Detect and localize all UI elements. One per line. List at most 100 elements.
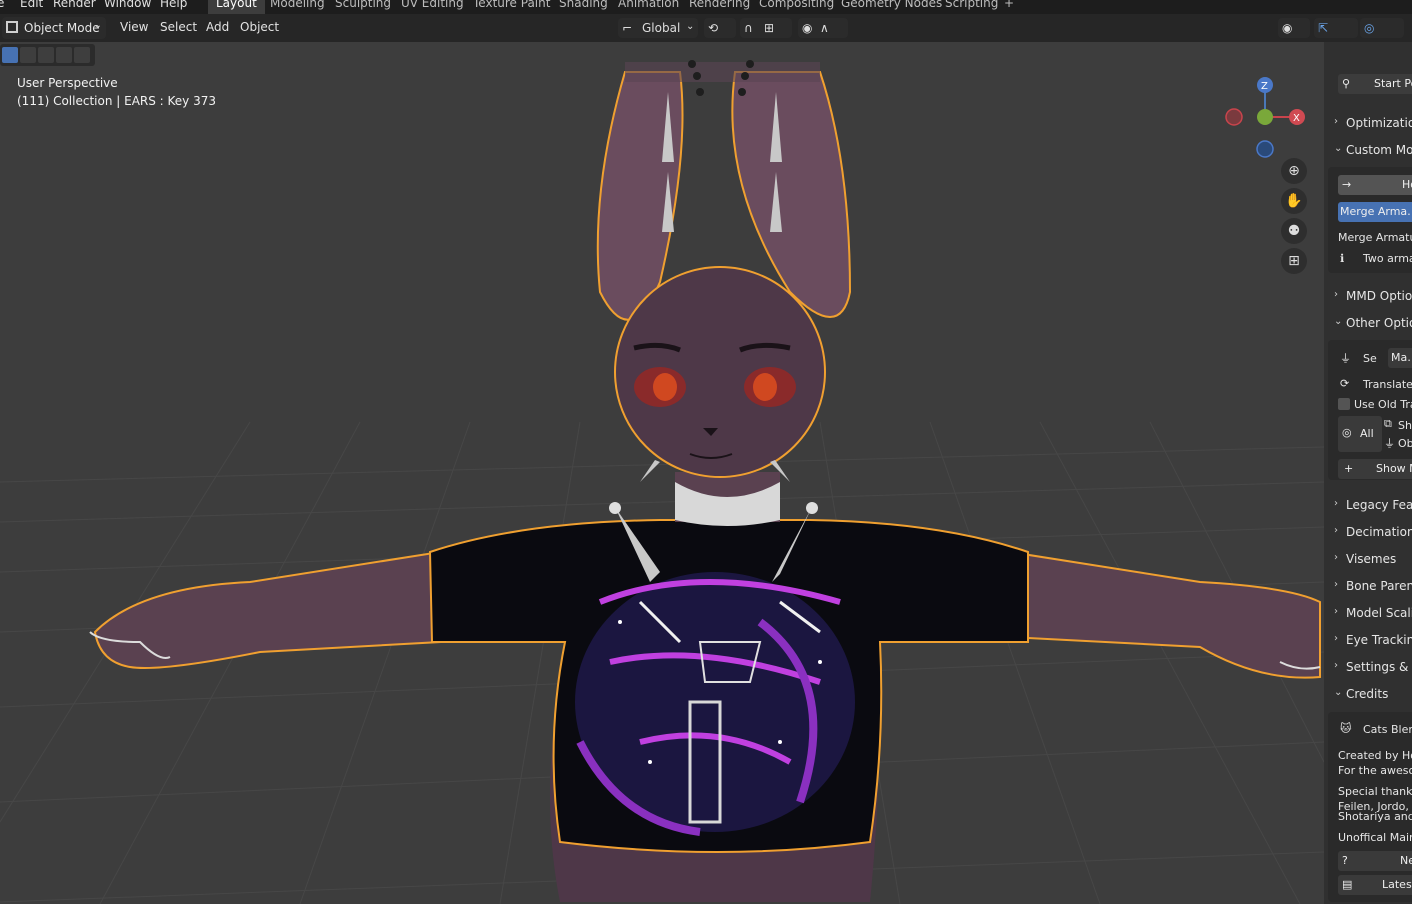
chevron-right-icon: › <box>1334 498 1338 509</box>
settings-label: Settings & Up <box>1346 660 1412 674</box>
tab-animation[interactable]: Animation <box>618 0 679 10</box>
select-intersect-icon[interactable] <box>74 47 90 63</box>
chevron-right-icon: › <box>1334 606 1338 617</box>
snap-toggle[interactable]: ∩ ⊞ <box>740 18 792 38</box>
show-more-label: Show M <box>1376 462 1412 475</box>
merge-armature-label: Merge Armatur <box>1338 231 1412 244</box>
viewport-header: Object Mode ⌄ View Select Add Object ⌐ G… <box>0 14 1412 42</box>
panel-bone-parenting[interactable]: › Bone Parentin <box>1324 575 1412 599</box>
panel-credits[interactable]: ⌄ Credits <box>1324 683 1412 707</box>
collection-label: (111) Collection | EARS : Key 373 <box>17 94 217 108</box>
scene-render <box>0 60 1324 904</box>
tab-modeling[interactable]: Modeling <box>270 0 325 10</box>
tab-compositing[interactable]: Compositing <box>759 0 834 10</box>
other-options-label: Other Option <box>1346 316 1412 330</box>
panel-eye-tracking[interactable]: › Eye Tracking <box>1324 629 1412 653</box>
add-menu[interactable]: Add <box>206 20 229 34</box>
gizmo-icon: ⇱ <box>1318 21 1329 35</box>
shapekey-icon: ⧉ <box>1384 417 1392 430</box>
arrow-right-icon: → <box>1342 178 1352 191</box>
orientation-icon: ⌐ <box>622 21 633 35</box>
menu-help[interactable]: Help <box>160 0 187 10</box>
menu-file-clipped[interactable]: e <box>0 0 4 10</box>
created-by-text: Created by Ho… <box>1338 749 1412 762</box>
chevron-right-icon: › <box>1334 289 1338 300</box>
refresh-icon: ⟳ <box>1340 377 1350 390</box>
select-invert-icon[interactable] <box>56 47 72 63</box>
show-more-button[interactable]: + Show M <box>1338 459 1412 479</box>
menu-edit[interactable]: Edit <box>20 0 43 10</box>
ortho-grid-icon[interactable]: ⊞ <box>1281 248 1307 274</box>
panel-settings-updates[interactable]: › Settings & Up <box>1324 656 1412 680</box>
objects-option[interactable]: Ob <box>1398 437 1412 450</box>
tab-layout[interactable]: Layout <box>208 0 265 14</box>
mode-label: Object Mode <box>24 21 100 35</box>
panel-model-scaling[interactable]: › Model Scaling <box>1324 602 1412 626</box>
pan-hand-icon[interactable]: ✋ <box>1281 188 1307 214</box>
pivot-icon: ⟲ <box>708 21 719 35</box>
tab-sculpting[interactable]: Sculpting <box>335 0 391 10</box>
gizmo-toggle[interactable]: ⇱ <box>1314 18 1358 38</box>
menu-window[interactable]: Window <box>104 0 151 10</box>
3d-viewport[interactable]: User Perspective (111) Collection | EARS… <box>0 42 1324 904</box>
start-pose-label: Start Po <box>1374 77 1412 90</box>
navigation-gizmo[interactable]: Z X <box>1218 74 1308 164</box>
cat-icon: 🐱 <box>1340 722 1352 735</box>
panel-legacy-features[interactable]: › Legacy Featu <box>1324 494 1412 518</box>
unofficial-text: Unoffical Main… <box>1338 831 1412 844</box>
start-pose-button[interactable]: ⚲ Start Po <box>1338 74 1412 94</box>
tab-texture-paint[interactable]: Texture Paint <box>473 0 550 10</box>
object-filter-icon: ⏚ <box>1384 437 1395 450</box>
select-menu[interactable]: Select <box>160 20 197 34</box>
overlay-toggle[interactable]: ◎ <box>1360 18 1404 38</box>
select-new-icon[interactable] <box>2 47 18 63</box>
panel-custom-model[interactable]: ⌄ Custom Mode <box>1324 139 1412 163</box>
translate-button[interactable]: Translate <box>1363 378 1412 391</box>
mode-dropdown[interactable]: Object Mode ⌄ <box>2 17 106 39</box>
transform-orientation-dropdown[interactable]: ⌐ Global ⌄ <box>618 18 698 38</box>
visemes-label: Visemes <box>1346 552 1397 566</box>
panel-decimation[interactable]: › Decimation <box>1324 521 1412 545</box>
select-extend-icon[interactable] <box>20 47 36 63</box>
zoom-icon[interactable]: ⊕ <box>1281 158 1307 184</box>
proportional-edit-toggle[interactable]: ◉ ∧ <box>798 18 848 38</box>
tab-geometry-nodes[interactable]: Geometry Nodes <box>841 0 942 10</box>
menu-render[interactable]: Render <box>53 0 96 10</box>
chevron-down-icon: ⌄ <box>93 20 102 31</box>
panel-other-options[interactable]: ⌄ Other Option <box>1324 312 1412 336</box>
panel-optimization[interactable]: › Optimization <box>1324 112 1412 136</box>
separate-mode-dropdown[interactable]: Ma… <box>1388 348 1412 368</box>
proportional-icon: ◉ <box>802 21 813 35</box>
all-label: All <box>1360 427 1374 440</box>
funnel-icon: ⏚ <box>1340 352 1351 365</box>
need-help-button[interactable]: ? Ne <box>1338 851 1412 871</box>
shapekeys-option[interactable]: Sh <box>1398 419 1412 432</box>
camera-icon[interactable]: ⚉ <box>1281 218 1307 244</box>
use-old-checkbox[interactable] <box>1338 398 1350 410</box>
panel-visemes[interactable]: › Visemes <box>1324 548 1412 572</box>
tab-rendering[interactable]: Rendering <box>689 0 750 10</box>
tab-shading[interactable]: Shading <box>559 0 608 10</box>
latest-button[interactable]: ▤ Latest <box>1338 875 1412 895</box>
view-menu[interactable]: View <box>120 20 148 34</box>
how-to-button[interactable]: → Ho <box>1338 175 1412 195</box>
all-toggle[interactable]: ◎ All <box>1338 416 1382 452</box>
object-menu[interactable]: Object <box>240 20 279 34</box>
model-scaling-label: Model Scaling <box>1346 606 1412 620</box>
select-subtract-icon[interactable] <box>38 47 54 63</box>
separate-mode-label: Ma… <box>1391 351 1412 364</box>
merge-armature-dropdown[interactable]: Merge Arma… <box>1338 202 1412 222</box>
tab-uv-editing[interactable]: UV Editing <box>401 0 464 10</box>
cats-blender-label: Cats Blend <box>1363 723 1412 736</box>
tab-scripting[interactable]: Scripting <box>945 0 998 10</box>
visibility-dropdown[interactable]: ◉ <box>1278 18 1310 38</box>
custom-model-label: Custom Mode <box>1346 143 1412 157</box>
add-workspace-button[interactable]: + <box>1004 0 1014 10</box>
panel-mmd-options[interactable]: › MMD Options <box>1324 285 1412 309</box>
radio-icon: ◎ <box>1342 426 1352 439</box>
pivot-dropdown[interactable]: ⟲ <box>704 18 736 38</box>
names-line-2: Shotariya and I <box>1338 810 1412 823</box>
latest-label: Latest <box>1382 878 1412 891</box>
snap-icon: ∩ <box>744 21 753 35</box>
gizmo-x-label: X <box>1293 113 1300 124</box>
